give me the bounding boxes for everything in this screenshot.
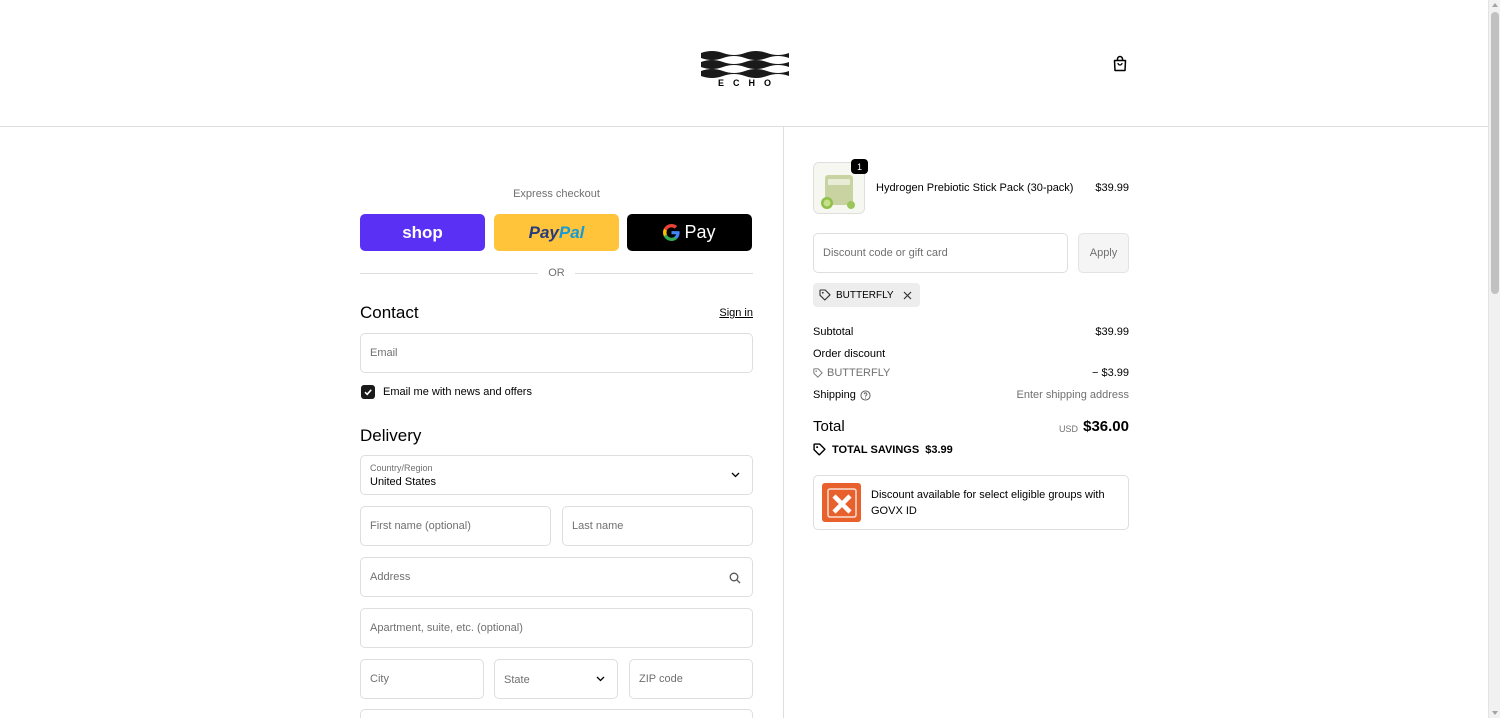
- or-line-left: [360, 273, 538, 274]
- paypal-button[interactable]: Pay Pal: [494, 214, 619, 251]
- last-name-input[interactable]: [563, 507, 752, 545]
- phone-field-partial[interactable]: [360, 709, 753, 718]
- question-circle-icon[interactable]: [860, 389, 871, 401]
- shop-pay-button[interactable]: shop: [360, 214, 485, 251]
- sign-in-link[interactable]: Sign in: [700, 307, 753, 319]
- page-scrollbar[interactable]: [1488, 0, 1500, 718]
- city-field[interactable]: [360, 659, 484, 699]
- tag-icon: [819, 289, 831, 301]
- email-field[interactable]: [360, 333, 753, 373]
- scroll-down-arrow-icon[interactable]: [1492, 711, 1498, 715]
- govx-discount-card[interactable]: Discount available for select eligible g…: [813, 475, 1129, 530]
- express-checkout-label: Express checkout: [513, 188, 600, 200]
- email-input[interactable]: [361, 334, 752, 372]
- shipping-row: Shipping Enter shipping address: [813, 389, 1129, 401]
- apartment-field[interactable]: [360, 608, 753, 648]
- country-select[interactable]: Country/Region United States: [360, 455, 753, 495]
- discount-code-row: BUTTERFLY − $3.99: [813, 367, 1129, 381]
- subtotal-row: Subtotal $39.99: [813, 326, 1129, 338]
- delivery-title: Delivery: [360, 426, 422, 445]
- chevron-down-icon: [596, 676, 605, 682]
- country-label: Country/Region: [370, 463, 433, 473]
- or-line-right: [575, 273, 753, 274]
- cart-button[interactable]: [1109, 52, 1131, 74]
- zip-input[interactable]: [630, 660, 752, 698]
- total-value: $36.00: [1083, 418, 1129, 435]
- discount-code-label: BUTTERFLY: [827, 367, 891, 379]
- govx-text: Discount available for select eligible g…: [871, 489, 1105, 517]
- tag-icon: [813, 443, 826, 456]
- city-input[interactable]: [361, 660, 483, 698]
- total-label: Total: [813, 418, 845, 435]
- newsletter-label: Email me with news and offers: [383, 386, 532, 398]
- applied-discount-chip: BUTTERFLY: [813, 283, 920, 307]
- site-header: ECHO: [0, 0, 1488, 127]
- total-currency: USD: [1059, 424, 1079, 434]
- last-name-field[interactable]: [562, 506, 753, 546]
- remove-discount-button[interactable]: [903, 291, 912, 300]
- tag-icon: [813, 368, 823, 378]
- search-icon: [729, 572, 741, 584]
- google-pay-button[interactable]: Pay: [627, 214, 752, 251]
- discount-input[interactable]: [814, 234, 1067, 272]
- govx-logo: [822, 483, 861, 522]
- apartment-input[interactable]: [361, 609, 752, 647]
- or-separator: OR: [360, 266, 753, 280]
- shipping-label: Shipping: [813, 389, 856, 401]
- google-g-icon: [663, 224, 681, 241]
- shipping-value: Enter shipping address: [1016, 389, 1129, 401]
- google-pay-label: Pay: [684, 222, 716, 242]
- govx-x-icon: [826, 487, 857, 518]
- product-price: $39.99: [1095, 182, 1129, 194]
- discount-code-wrap: BUTTERFLY: [813, 367, 890, 379]
- applied-code-label: BUTTERFLY: [836, 289, 894, 301]
- paypal-label-pal: Pal: [558, 222, 585, 242]
- state-placeholder: State: [504, 674, 530, 686]
- quantity-badge: 1: [851, 159, 868, 174]
- paypal-label-pay: Pay: [528, 222, 559, 242]
- newsletter-checkbox[interactable]: [361, 385, 375, 399]
- chevron-down-icon: [731, 472, 740, 478]
- subtotal-label: Subtotal: [813, 326, 854, 338]
- savings-label: TOTAL SAVINGS: [832, 443, 920, 456]
- zip-field[interactable]: [629, 659, 753, 699]
- echo-logo-text: ECHO: [717, 78, 780, 88]
- shop-pay-label: shop: [402, 222, 443, 242]
- shopping-bag-icon: [1113, 55, 1127, 71]
- product-name: Hydrogen Prebiotic Stick Pack (30-pack): [876, 182, 1074, 194]
- total-savings: TOTAL SAVINGS $3.99: [813, 443, 953, 456]
- savings-value: $3.99: [925, 443, 953, 456]
- scroll-thumb[interactable]: [1491, 12, 1499, 294]
- column-divider: [783, 127, 784, 718]
- state-select[interactable]: State: [494, 659, 618, 699]
- discount-value: − $3.99: [1091, 367, 1129, 379]
- discount-field[interactable]: [813, 233, 1068, 273]
- order-discount-label: Order discount: [813, 348, 886, 360]
- first-name-input[interactable]: [361, 507, 550, 545]
- contact-title: Contact: [360, 303, 419, 322]
- subtotal-value: $39.99: [1095, 326, 1129, 338]
- country-value: United States: [370, 476, 437, 488]
- shipping-label-wrap: Shipping: [813, 389, 871, 401]
- or-text: OR: [548, 267, 565, 279]
- apply-button[interactable]: Apply: [1078, 233, 1129, 273]
- first-name-field[interactable]: [360, 506, 551, 546]
- scroll-up-arrow-icon[interactable]: [1492, 3, 1498, 7]
- order-discount-row: Order discount: [813, 348, 1129, 360]
- address-field[interactable]: [360, 557, 753, 597]
- close-icon: [903, 291, 912, 299]
- address-input[interactable]: [361, 558, 752, 596]
- checkmark-icon: [364, 389, 372, 396]
